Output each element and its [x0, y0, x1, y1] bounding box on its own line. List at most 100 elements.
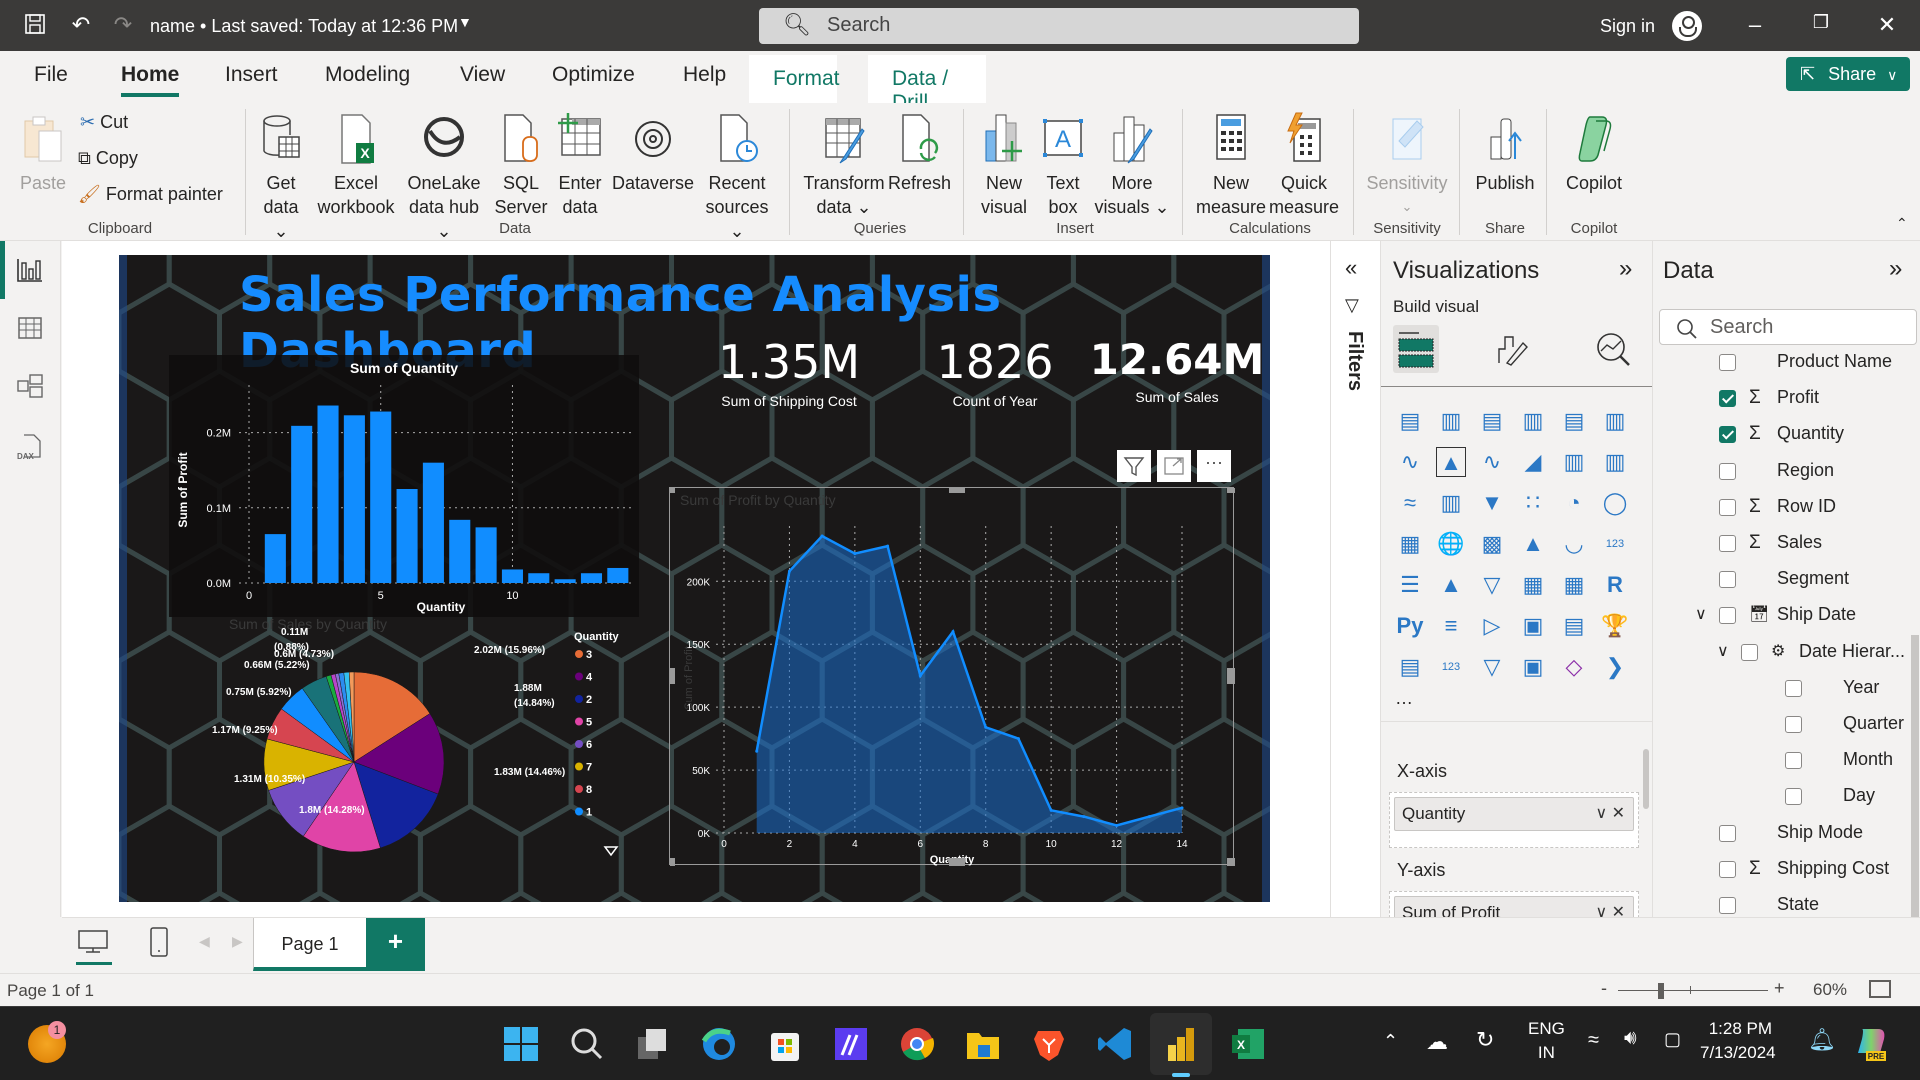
publish-button[interactable]: Publish [1470, 111, 1540, 195]
pie-chart-visual[interactable]: Sum of Sales by Quantity 2.02M (15.96%) 1.… [169, 616, 699, 887]
onelake-data-hub-button[interactable]: OneLake data hub ⌄ [400, 111, 488, 243]
undo-icon[interactable]: ↶ [68, 12, 94, 38]
tab-home[interactable]: Home [121, 63, 180, 97]
transform-data-button[interactable]: Transform data ⌄ [800, 111, 888, 219]
analytics-tab[interactable] [1593, 329, 1633, 374]
get-data-button[interactable]: Get data ⌄ [255, 111, 307, 243]
slicer-new-visual-icon[interactable]: ▽ [1477, 652, 1507, 682]
field-item[interactable]: Σ Quantity [1653, 423, 1909, 449]
power-bi-icon[interactable] [1162, 1025, 1200, 1063]
field-checkbox[interactable] [1719, 607, 1736, 625]
card-visual-icon[interactable]: 123 [1600, 529, 1630, 559]
dax-query-view-icon[interactable]: DAX [16, 433, 46, 461]
x-axis-well[interactable]: Quantity ∨ ✕ [1389, 792, 1639, 848]
onedrive-icon[interactable]: ☁ [1426, 1029, 1448, 1055]
zoom-level[interactable]: 60% [1813, 980, 1847, 1000]
decomposition-tree-visual-icon[interactable]: ▷ [1477, 611, 1507, 641]
field-item[interactable]: Region [1653, 460, 1909, 486]
paste-button[interactable]: Paste [18, 111, 68, 195]
focus-mode-button[interactable] [1157, 450, 1191, 482]
share-button[interactable]: ⇱ Share ∨ [1786, 57, 1910, 91]
brave-icon[interactable] [1030, 1025, 1068, 1063]
collapse-ribbon-icon[interactable]: ⌃ [1896, 215, 1908, 232]
field-checkbox[interactable] [1719, 897, 1736, 914]
start-icon[interactable] [502, 1025, 540, 1063]
field-item[interactable]: ∨ ⚙︎ Date Hierar... [1653, 641, 1909, 667]
expand-chevron-icon[interactable]: ∨ [1695, 604, 1707, 624]
zoom-slider-thumb[interactable] [1658, 983, 1664, 999]
new-visual-button[interactable]: New visual [975, 111, 1033, 219]
restore-icon[interactable]: ❐ [1806, 12, 1836, 33]
tab-data-drill[interactable]: Data / Drill [868, 55, 986, 114]
data-search-input[interactable]: Search [1659, 309, 1917, 345]
copy-button[interactable]: ⧉ Copy [78, 148, 138, 169]
area-visual-icon[interactable]: ▲ [1436, 447, 1466, 477]
task-view-icon[interactable] [634, 1025, 672, 1063]
power-automate-visual-icon[interactable]: ❯ [1600, 652, 1630, 682]
battery-icon[interactable]: ▢ [1664, 1029, 1681, 1050]
format-painter-button[interactable]: 🖌︎ Format painter [78, 184, 223, 205]
field-checkbox[interactable] [1719, 535, 1736, 552]
wifi-icon[interactable]: ≈ [1588, 1029, 1599, 1052]
fit-to-page-icon[interactable] [1869, 980, 1891, 998]
ribbon-visual-icon[interactable]: ≈ [1395, 488, 1425, 518]
dataverse-button[interactable]: Dataverse [612, 111, 694, 195]
field-checkbox[interactable] [1719, 354, 1736, 371]
collapse-visualizations-icon[interactable]: » [1619, 255, 1632, 283]
field-checkbox[interactable] [1785, 679, 1802, 697]
matrix-visual-icon[interactable]: ▦ [1559, 570, 1589, 600]
tab-optimize[interactable]: Optimize [552, 63, 635, 87]
field-checkbox[interactable] [1741, 643, 1758, 661]
kpi-card-shipping-cost[interactable]: 1.35M Sum of Shipping Cost [679, 335, 899, 415]
scatter-visual-icon[interactable]: ∷ [1518, 488, 1548, 518]
slicer-visual-icon[interactable]: ▽ [1477, 570, 1507, 600]
field-checkbox[interactable] [1785, 752, 1802, 770]
stacked-column-visual-icon[interactable]: ▥ [1436, 406, 1466, 436]
search-box[interactable]: 🔍︎ Search [759, 8, 1359, 44]
notifications-bell-icon[interactable]: 🔔︎ [1808, 1027, 1836, 1053]
paginated-report-visual-icon[interactable]: ▤ [1395, 652, 1425, 682]
line-clustered-column-visual-icon[interactable]: ▥ [1600, 447, 1630, 477]
vscode-icon[interactable] [1096, 1025, 1134, 1063]
bar-chart-visual[interactable]: Sum of Quantity Sum of Profit Quantity 0.0M… [169, 355, 639, 617]
chrome-icon[interactable] [898, 1025, 936, 1063]
smart-narrative-visual-icon[interactable]: ▤ [1559, 611, 1589, 641]
table-visual-icon[interactable]: ▦ [1518, 570, 1548, 600]
field-item[interactable]: Segment [1653, 568, 1909, 594]
power-apps-visual-icon[interactable]: ◇ [1559, 652, 1589, 682]
map-visual-icon[interactable]: 🌐 [1436, 529, 1466, 559]
multi-row-card-visual-icon[interactable]: ☰ [1395, 570, 1425, 600]
field-item[interactable]: Product Name [1653, 351, 1909, 377]
x-axis-field-pill[interactable]: Quantity ∨ ✕ [1394, 797, 1634, 831]
table-view-icon[interactable] [16, 315, 46, 343]
field-item[interactable]: Day [1653, 785, 1909, 811]
treemap-visual-icon[interactable]: ▦ [1395, 529, 1425, 559]
field-checkbox[interactable] [1719, 390, 1736, 408]
show-hidden-icons[interactable]: ⌃ [1383, 1031, 1398, 1052]
key-influencers-visual-icon[interactable]: ≡ [1436, 611, 1466, 641]
tab-view[interactable]: View [460, 63, 505, 87]
arcgis-map-visual-icon[interactable]: ▣ [1518, 652, 1548, 682]
model-view-icon[interactable] [16, 373, 46, 401]
field-checkbox[interactable] [1719, 824, 1736, 842]
azure-map-visual-icon[interactable]: ▲ [1518, 529, 1548, 559]
funnel-visual-icon[interactable]: ▼ [1477, 488, 1507, 518]
donut-visual-icon[interactable]: ◯ [1600, 488, 1630, 518]
file-title[interactable]: name • Last saved: Today at 12:36 PM [150, 16, 458, 37]
pie-visual-icon[interactable]: ◔ [1559, 488, 1589, 518]
field-checkbox[interactable] [1719, 426, 1736, 444]
edge-icon[interactable] [700, 1025, 738, 1063]
viz-pane-scrollbar[interactable] [1643, 749, 1649, 809]
report-view-icon[interactable] [16, 257, 46, 285]
waterfall-visual-icon[interactable]: ▥ [1436, 488, 1466, 518]
collapse-data-icon[interactable]: » [1889, 255, 1902, 283]
more-options-button[interactable]: ⋯ [1197, 450, 1231, 482]
text-box-button[interactable]: A Text box [1036, 111, 1090, 219]
field-item[interactable]: Σ Shipping Cost [1653, 858, 1909, 884]
new-measure-button[interactable]: New measure [1194, 111, 1268, 219]
sensitivity-button[interactable]: Sensitivity ⌄ [1364, 111, 1450, 219]
title-caret-icon[interactable]: ▼ [458, 14, 472, 30]
field-checkbox[interactable] [1785, 716, 1802, 733]
add-page-button[interactable]: + [366, 918, 425, 971]
tab-insert[interactable]: Insert [225, 63, 278, 87]
